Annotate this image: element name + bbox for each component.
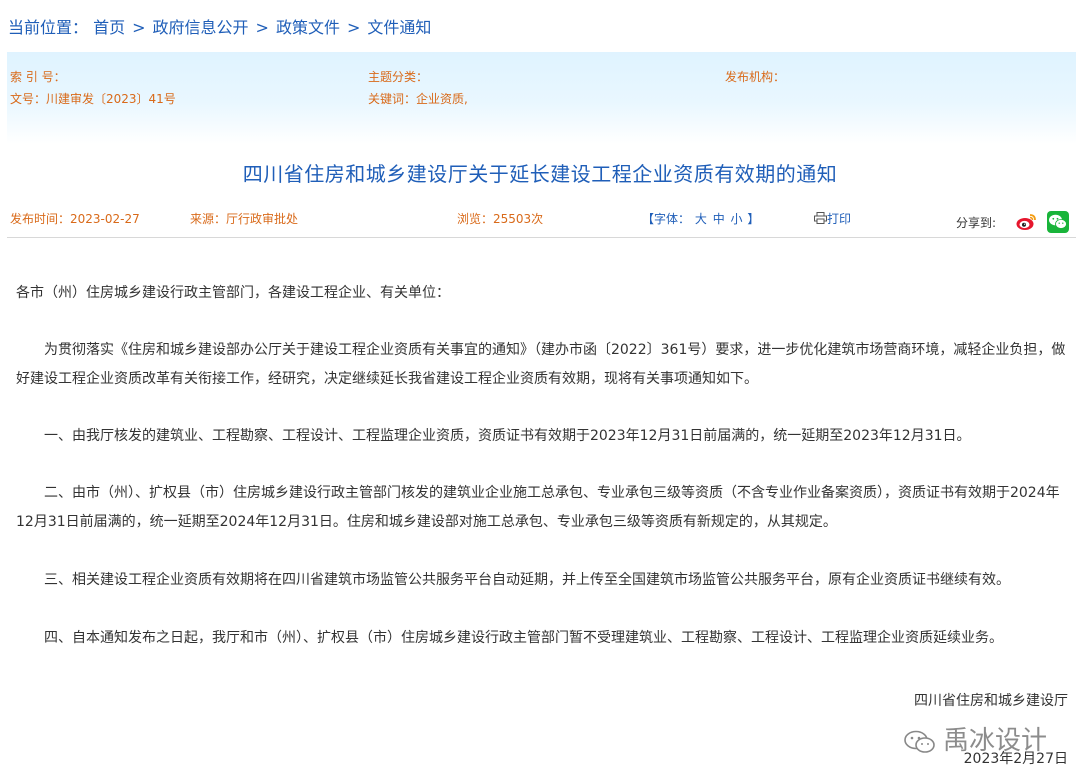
page-title: 四川省住房和城乡建设厅关于延长建设工程企业资质有效期的通知 — [242, 162, 838, 186]
breadcrumb-policy-link[interactable]: 政策文件 — [276, 18, 340, 37]
printer-icon — [814, 212, 827, 224]
print-button[interactable]: 打印 — [814, 210, 851, 227]
weibo-share-button[interactable] — [1015, 211, 1037, 233]
item-one-paragraph: 一、由我厅核发的建筑业、工程勘察、工程设计、工程监理企业资质，资质证书有效期于2… — [44, 428, 971, 444]
document-number: 文号：川建审发〔2023〕41号 — [10, 92, 176, 106]
breadcrumb-notice-link[interactable]: 文件通知 — [367, 18, 431, 37]
print-label: 打印 — [827, 212, 852, 226]
divider — [7, 237, 1076, 238]
font-size-large-button[interactable]: 大 — [695, 212, 707, 226]
issue-date: 2023年2月27日 — [963, 751, 1068, 767]
keywords: 关键词：企业资质, — [368, 92, 468, 106]
font-size-control: 【字体： 大 中 小 】 — [642, 210, 759, 227]
wechat-icon — [1049, 214, 1067, 229]
font-size-small-button[interactable]: 小 — [731, 212, 743, 226]
source: 来源：厅行政审批处 — [190, 212, 299, 226]
view-count: 浏览：25503次 — [457, 212, 544, 226]
share-label: 分享到: — [956, 216, 997, 230]
breadcrumb-separator: > — [346, 18, 361, 37]
breadcrumb-separator: > — [132, 18, 146, 37]
item-four-paragraph: 四、自本通知发布之日起，我厅和市（州）、扩权县（市）住房城乡建设行政主管部门暂不… — [44, 630, 1003, 646]
wechat-share-button[interactable] — [1047, 211, 1069, 233]
font-size-medium-button[interactable]: 中 — [713, 212, 725, 226]
weibo-icon — [1016, 214, 1036, 230]
intro-paragraph: 为贯彻落实《住房和城乡建设部办公厅关于建设工程企业资质有关事宜的通知》（建办市函… — [16, 342, 1066, 387]
topic-category-label: 主题分类： — [368, 70, 429, 84]
font-size-open: 【字体： — [642, 212, 691, 226]
item-two-paragraph: 二、由市（州）、扩权县（市）住房城乡建设行政主管部门核发的建筑业企业施工总承包、… — [16, 485, 1060, 530]
item-three-paragraph: 三、相关建设工程企业资质有效期将在四川省建筑市场监管公共服务平台自动延期，并上传… — [44, 572, 1010, 588]
signature: 四川省住房和城乡建设厅 — [914, 693, 1068, 709]
salutation: 各市（州）住房城乡建设行政主管部门，各建设工程企业、有关单位： — [16, 285, 450, 301]
breadcrumb-home-link[interactable]: 首页 — [93, 18, 125, 37]
breadcrumb-gov-info-link[interactable]: 政府信息公开 — [153, 18, 249, 37]
wechat-icon — [904, 730, 935, 753]
breadcrumb-prefix: 当前位置： — [8, 18, 89, 37]
issuing-agency-label: 发布机构： — [725, 70, 786, 84]
index-number-label: 索 引 号： — [10, 70, 66, 84]
breadcrumb: 当前位置： 首页 > 政府信息公开 > 政策文件 > 文件通知 — [8, 14, 431, 38]
publish-time: 发布时间：2023-02-27 — [10, 212, 140, 226]
metadata-panel: 索 引 号： 主题分类： 发布机构： 文号：川建审发〔2023〕41号 关键词：… — [7, 52, 1076, 144]
breadcrumb-separator: > — [255, 18, 269, 37]
font-size-close: 】 — [747, 212, 760, 226]
